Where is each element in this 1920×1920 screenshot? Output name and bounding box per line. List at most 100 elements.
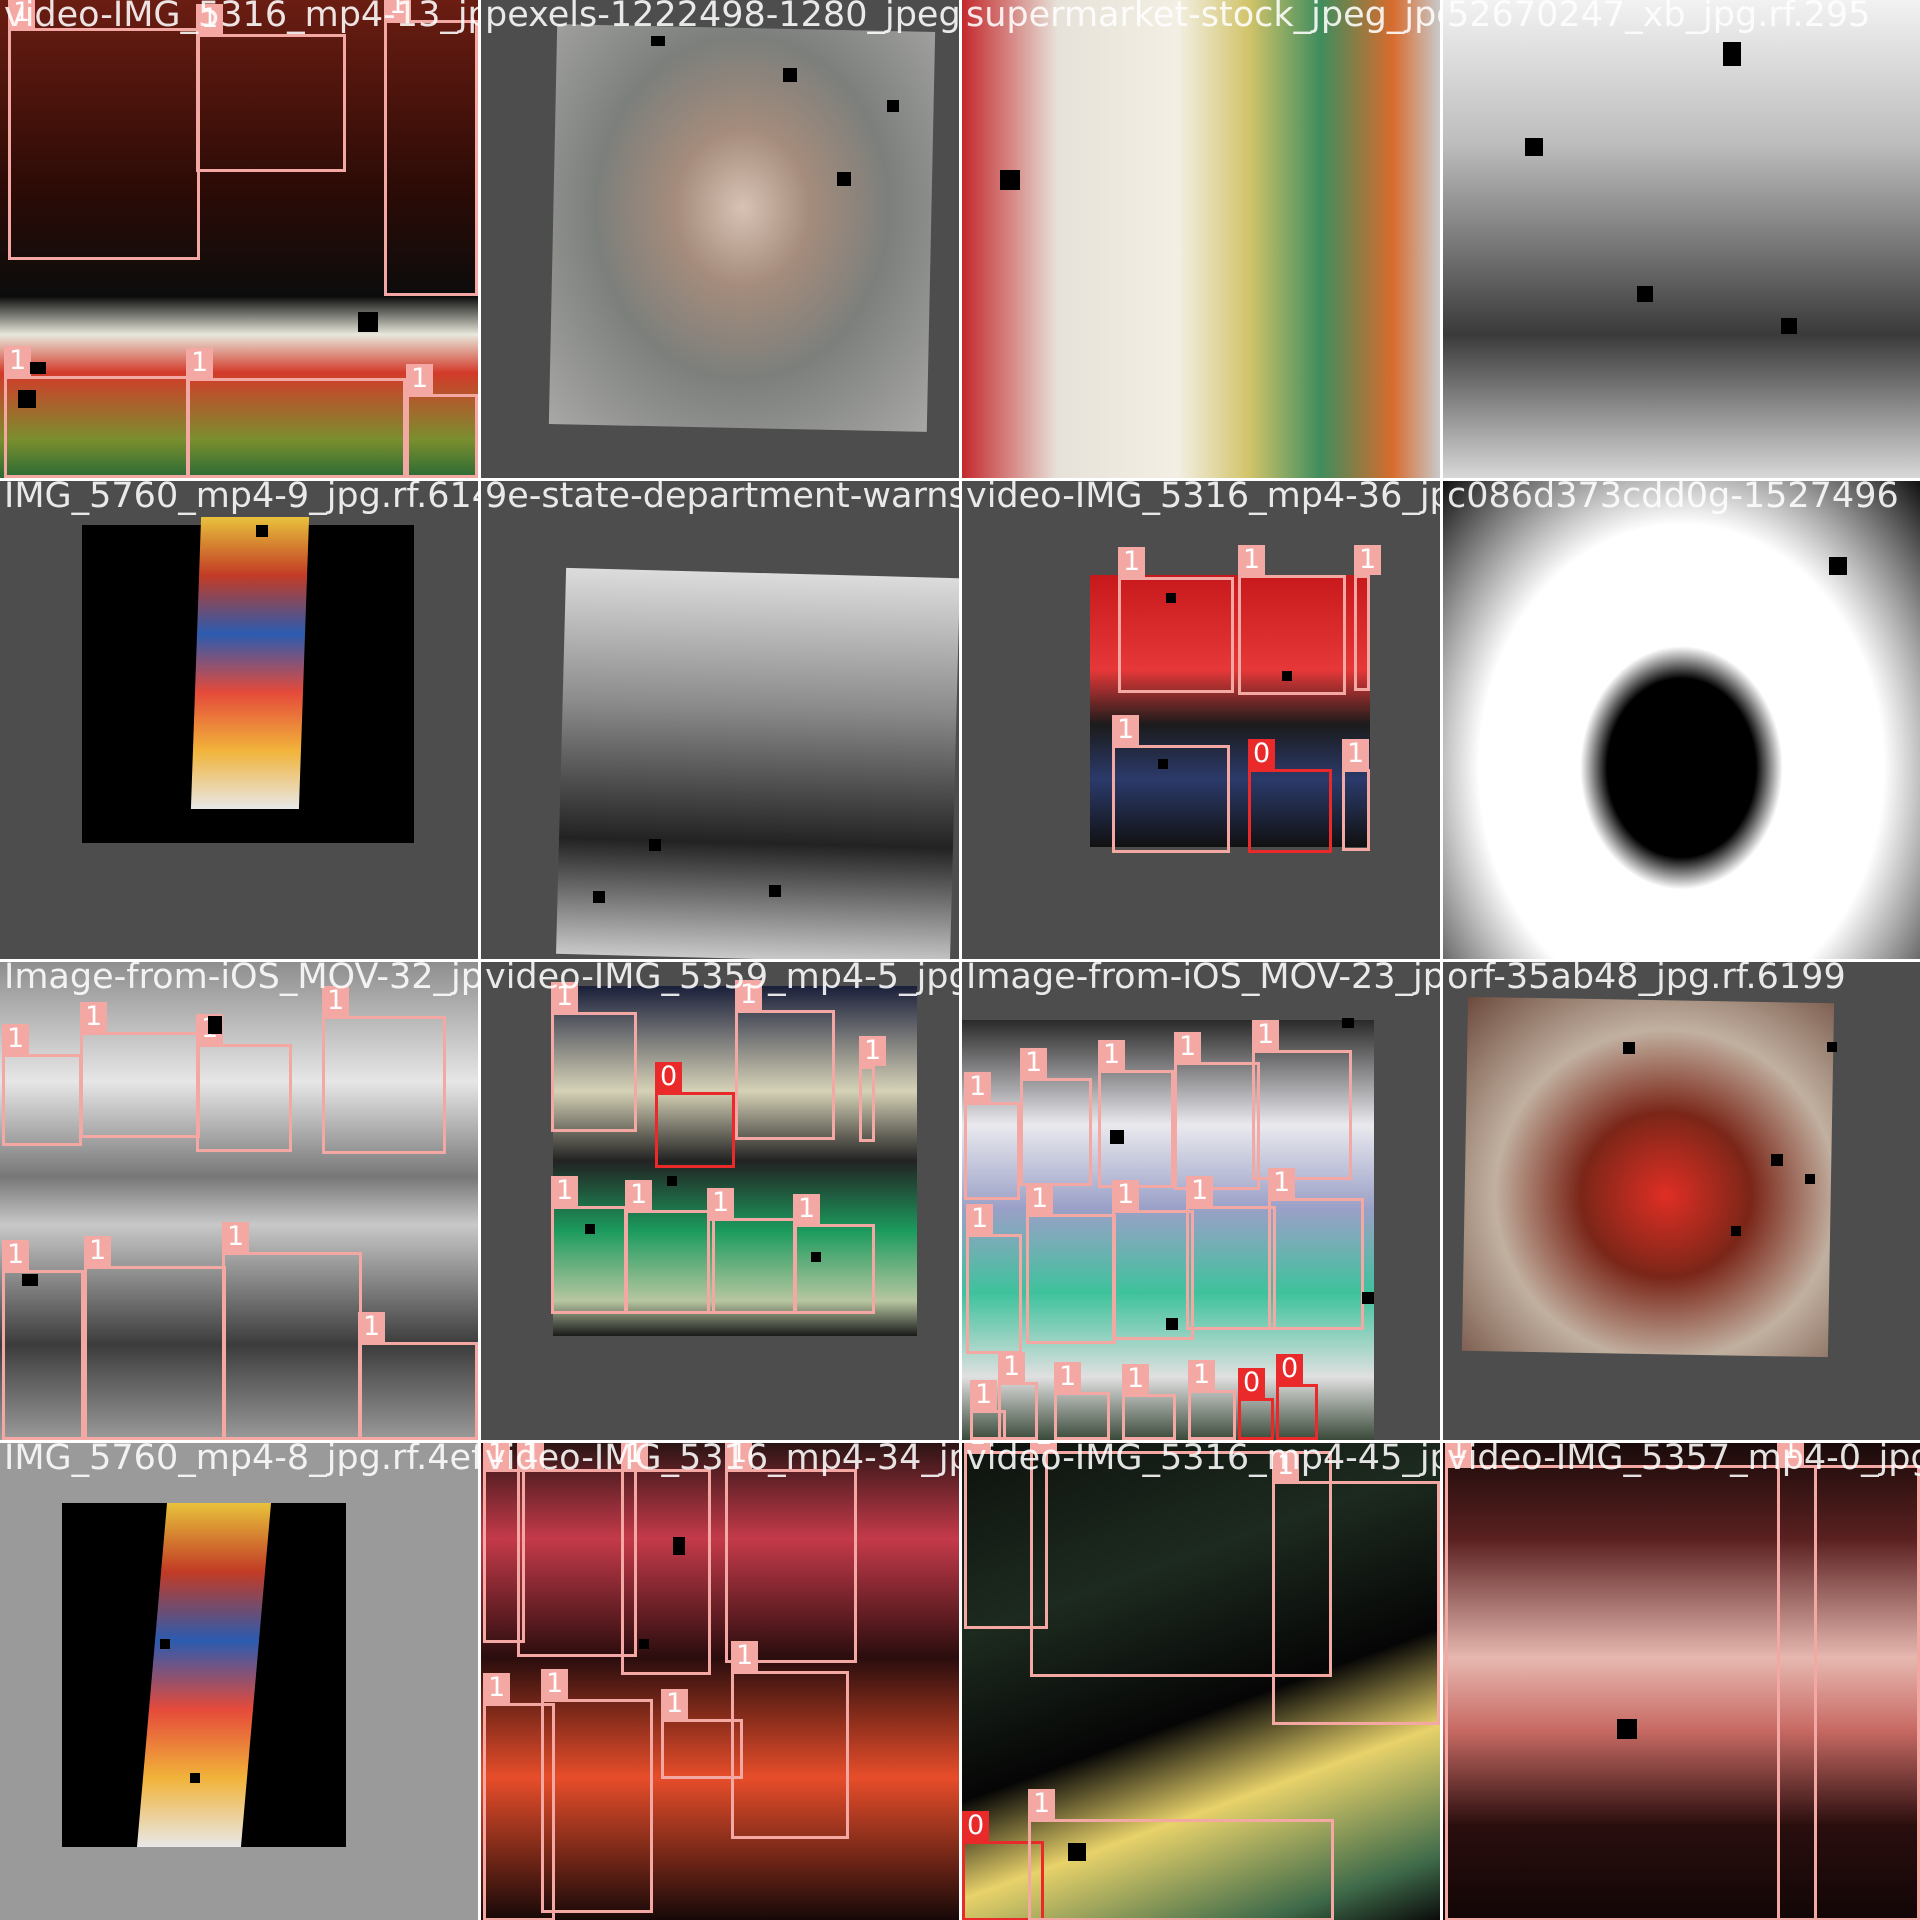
cutout-patch [1068,1843,1086,1861]
cutout-patch [1723,42,1741,66]
detection-box: 1 [1252,1020,1352,1180]
cutout-patch [160,1639,170,1649]
class-label: 1 [84,1236,112,1266]
mosaic-tile-9: Image-from-iOS_MOV-32_jpg 1 1 1 1 1 1 1 … [0,962,478,1440]
detection-box: 1 [222,1222,362,1440]
cutout-patch [1282,671,1292,681]
mosaic-tile-6: 9e-state-department-warns-agains [481,481,959,959]
class-label: 1 [1112,715,1140,745]
class-label: 1 [731,1641,759,1671]
class-label: 1 [1028,1789,1056,1819]
cutout-patch [593,891,605,903]
cutout-patch [1623,1042,1635,1054]
class-label: 1 [1186,1176,1214,1206]
detection-box: 1 [1098,1040,1174,1188]
detection-box: 1 [661,1689,743,1779]
detection-box: 1 [1122,1364,1176,1440]
detection-box: 1 [1054,1362,1110,1440]
tile-filename: orf-35ab48_jpg.rf.6199 [1447,962,1846,997]
detection-box: 1 [625,1180,715,1314]
class-label: 1 [483,1673,511,1703]
class-label: 0 [1238,1368,1266,1398]
cutout-patch [1000,170,1020,190]
detection-box: 1 [735,980,835,1140]
cutout-patch [18,390,36,408]
detection-box: 1 [322,986,446,1154]
tile-photo [1443,481,1920,959]
cutout-patch [208,1016,222,1034]
cutout-patch [811,1252,821,1262]
cutout-patch [1781,318,1797,334]
cutout-patch [673,1537,685,1555]
detection-box: 1 [1112,1180,1194,1340]
class-label: 1 [1777,1443,1805,1465]
cutout-patch [1805,1174,1815,1184]
cutout-patch [667,1176,677,1186]
class-label: 0 [1276,1354,1304,1384]
detection-box: 1 [551,982,637,1132]
mosaic-tile-3: supermarket-stock_jpeg_jpg.rf.3 [962,0,1440,478]
class-label: 1 [859,1036,887,1066]
class-label: 1 [384,0,412,20]
tile-filename: 9e-state-department-warns-agains [485,481,959,516]
detection-box: 1 [186,348,406,478]
class-label: 1 [551,1176,579,1206]
class-label: 1 [707,1188,735,1218]
cutout-patch [30,362,46,374]
class-label: 1 [1026,1184,1054,1214]
cutout-patch [769,885,781,897]
tile-photo [190,517,310,809]
class-label: 1 [517,1443,545,1469]
detection-box: 1 [1777,1443,1920,1920]
mosaic-tile-8: c086d373cdd0g-1527496 [1443,481,1920,959]
class-label: 1 [625,1180,653,1210]
cutout-patch [1166,593,1176,603]
mosaic-tile-2: pexels-1222498-1280_jpeg [481,0,959,478]
mosaic-tile-12: orf-35ab48_jpg.rf.6199 [1443,962,1920,1440]
tile-filename: IMG_5760_mp4-9_jpg.rf.614 [4,481,478,516]
detection-box: 1 [970,1380,1006,1440]
class-label: 1 [358,1312,386,1342]
class-label: 1 [597,1180,624,1210]
cutout-patch [1362,1292,1374,1304]
class-label: 0 [962,1811,990,1841]
detection-box: 1 [541,1669,653,1913]
class-label: 1 [964,1443,992,1451]
class-label: 1 [8,0,36,28]
tile-photo [1443,0,1920,478]
detection-box: 0 [1248,739,1332,853]
class-label: 1 [1098,1040,1126,1070]
tile-photo [548,24,936,432]
cutout-patch [190,1773,200,1783]
tile-filename: Image-from-iOS_MOV-23_jpg [966,962,1440,997]
cutout-patch [1827,1042,1837,1052]
class-label: 1 [964,1072,992,1102]
detection-box: 0 [655,1062,735,1168]
detection-box: 1 [1028,1789,1334,1920]
class-label: 1 [725,1443,753,1469]
detection-box: 1 [84,1236,226,1440]
class-label: 1 [1030,1443,1058,1451]
detection-box: 1 [1186,1176,1276,1330]
class-label: 1 [1122,1364,1150,1394]
detection-box: 1 [1174,1032,1260,1190]
detection-box: 1 [1118,547,1234,693]
mosaic-tile-11: Image-from-iOS_MOV-23_jpg 1 1 1 1 1 1 1 … [962,962,1440,1440]
detection-box: 1 [1112,715,1230,853]
class-label: 1 [621,1443,649,1469]
class-label: 1 [1118,547,1146,577]
detection-box: 1 [1020,1048,1092,1186]
class-label: 1 [541,1669,569,1699]
detection-box: 1 [2,1240,84,1440]
mosaic-tile-7: video-IMG_5316_mp4-36_jpg 1 1 1 1 0 1 [962,481,1440,959]
class-label: 1 [1252,1020,1280,1050]
mosaic-tile-5: IMG_5760_mp4-9_jpg.rf.614 [0,481,478,959]
class-label: 1 [196,4,224,34]
cutout-patch [1342,1018,1354,1028]
class-label: 1 [2,1240,30,1270]
detection-box: 1 [1272,1451,1440,1725]
cutout-patch [649,839,661,851]
cutout-patch [1110,1130,1124,1144]
cutout-patch [837,172,851,186]
cutout-patch [585,1224,595,1234]
